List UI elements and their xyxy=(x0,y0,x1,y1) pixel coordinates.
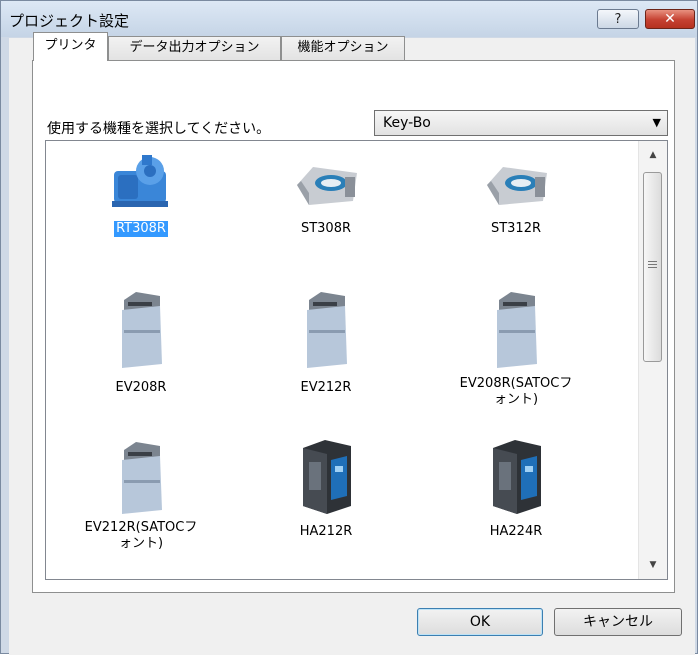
model-select[interactable]: Key-Bo ▼ xyxy=(374,110,668,136)
scrollbar-thumb[interactable] xyxy=(643,172,662,362)
grip-icon xyxy=(648,261,657,269)
printer-item-st308r[interactable]: ST308R xyxy=(246,149,406,237)
tab-data-output-options[interactable]: データ出力オプション xyxy=(108,36,281,60)
printer-item-label: EV212R xyxy=(300,380,352,395)
printer-item-label: RT308R xyxy=(114,221,168,237)
printer-item-label: EV208R xyxy=(115,380,167,395)
printer-item-label: HA212R xyxy=(299,524,353,539)
ev-printer-icon xyxy=(122,442,162,514)
dialog-title: プロジェクト設定 xyxy=(9,12,130,30)
printer-item-ev208r-satoc[interactable]: EV208R(SATOCフォント) xyxy=(436,286,596,408)
printer-item-label: ST312R xyxy=(490,221,542,236)
chevron-down-icon[interactable]: ▼ xyxy=(653,111,661,135)
tab-function-options[interactable]: 機能オプション xyxy=(281,36,405,60)
ha-printer-icon xyxy=(303,440,351,514)
vertical-scrollbar[interactable]: ▲ ▼ xyxy=(638,141,667,579)
printer-item-rt308r[interactable]: RT308R xyxy=(61,149,221,237)
printer-item-ha224r[interactable]: HA224R xyxy=(436,436,596,540)
ev-printer-icon xyxy=(497,292,537,368)
printer-model-list[interactable]: RT308R ST308R ST312R EV208R EV212R EV208… xyxy=(45,140,668,580)
ev-printer-icon xyxy=(122,292,162,368)
printer-item-ev212r-satoc[interactable]: EV212R(SATOCフォント) xyxy=(61,436,221,552)
close-button[interactable]: ✕ xyxy=(645,9,695,29)
printer-item-st312r[interactable]: ST312R xyxy=(436,149,596,237)
st-printer-icon xyxy=(297,167,357,205)
cancel-button[interactable]: キャンセル xyxy=(554,608,682,636)
ha-printer-icon xyxy=(493,440,541,514)
scroll-up-arrow-icon[interactable]: ▲ xyxy=(639,145,667,165)
scroll-down-arrow-icon[interactable]: ▼ xyxy=(639,555,667,575)
printer-item-label: EV212R(SATOCフォント) xyxy=(84,520,198,551)
model-select-value: Key-Bo xyxy=(383,115,431,131)
printer-item-label: EV208R(SATOCフォント) xyxy=(459,376,573,407)
rt-printer-icon xyxy=(112,155,168,207)
st-printer-icon xyxy=(487,167,547,205)
printer-item-label: ST308R xyxy=(300,221,352,236)
printer-item-ev208r[interactable]: EV208R xyxy=(61,286,221,396)
model-select-prompt: 使用する機種を選択してください。 xyxy=(47,121,271,137)
help-button[interactable]: ? xyxy=(597,9,639,29)
ok-button[interactable]: OK xyxy=(417,608,543,636)
ev-printer-icon xyxy=(307,292,347,368)
printer-item-label: HA224R xyxy=(489,524,543,539)
printer-item-ha212r[interactable]: HA212R xyxy=(246,436,406,540)
tab-printer[interactable]: プリンタ xyxy=(33,32,108,61)
printer-item-ev212r[interactable]: EV212R xyxy=(246,286,406,396)
